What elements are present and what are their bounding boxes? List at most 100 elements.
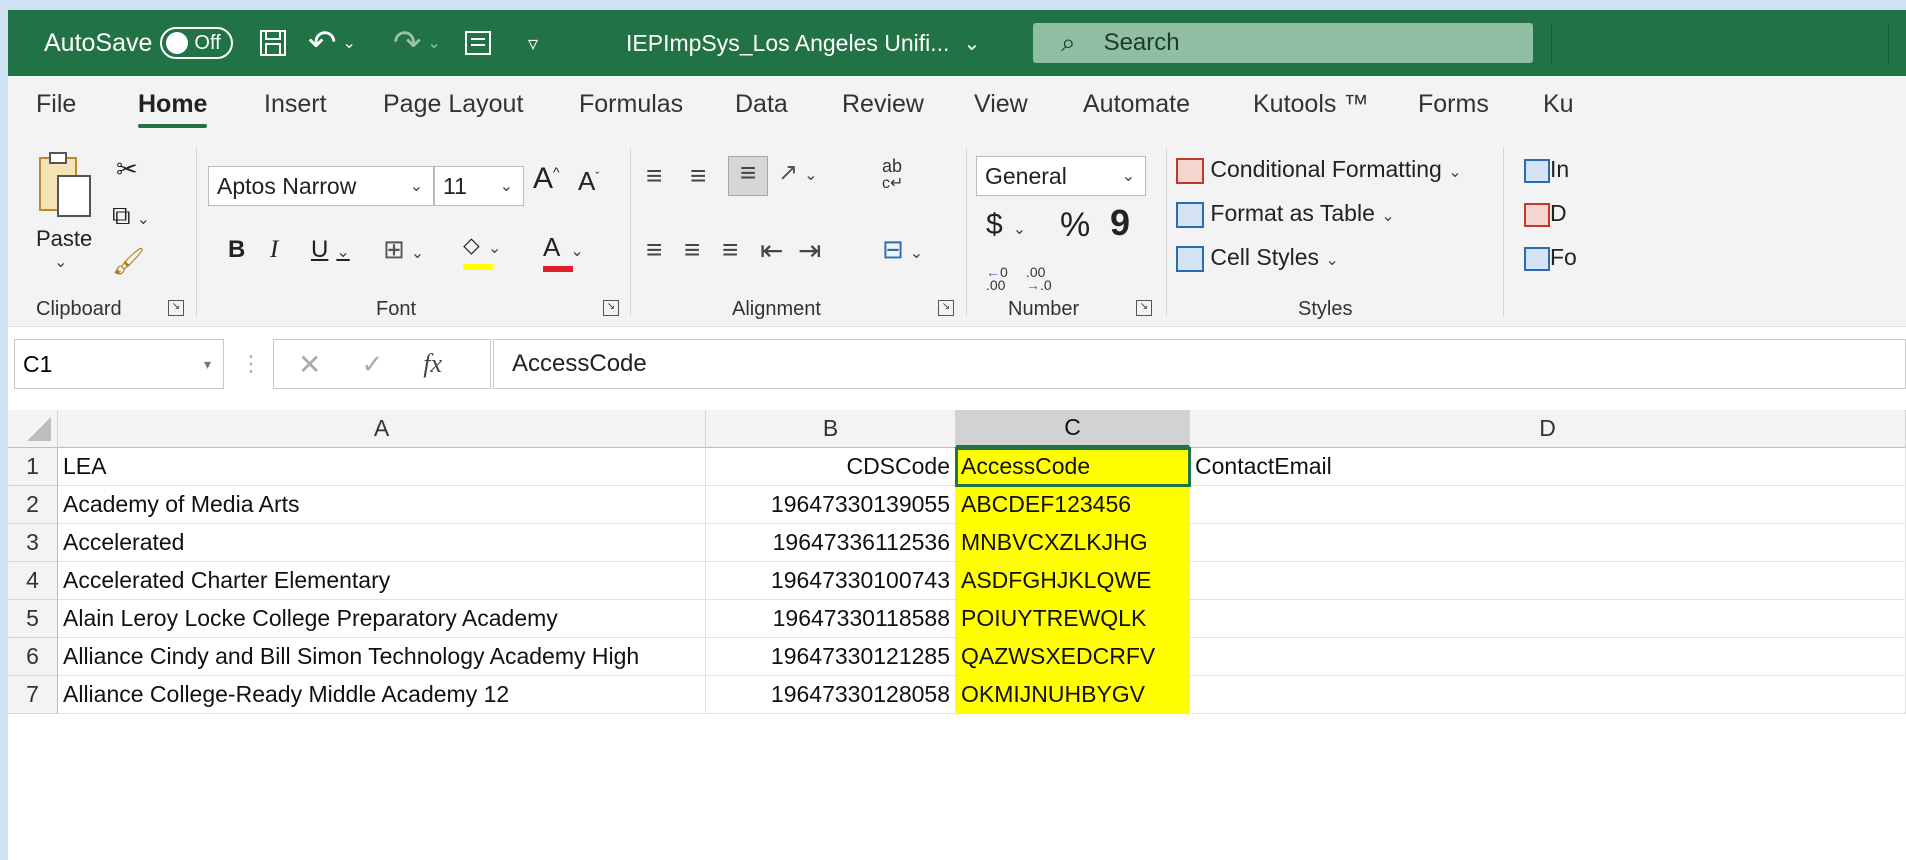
formula-input[interactable]: AccessCode	[493, 339, 1906, 389]
tab-kutools-plus[interactable]: Ku	[1543, 90, 1574, 119]
cell-c2[interactable]: ABCDEF123456	[956, 486, 1190, 524]
column-header-c[interactable]: C	[956, 410, 1190, 448]
cell-c5[interactable]: POIUYTREWQLK	[956, 600, 1190, 638]
clipboard-launcher-icon[interactable]: ↘	[168, 300, 184, 316]
font-size-select[interactable]: 11 ⌄	[434, 166, 524, 206]
align-right-icon[interactable]: ≡	[722, 234, 738, 266]
column-header-a[interactable]: A	[58, 410, 706, 448]
wrap-text-button[interactable]: ab c↵	[882, 157, 903, 192]
currency-button[interactable]: $ ⌄	[986, 208, 1026, 242]
fill-color-button[interactable]: ⬦ ⌄	[463, 232, 501, 270]
cell-a4[interactable]: Accelerated Charter Elementary	[58, 562, 706, 600]
customize-qat-button[interactable]: ▿	[528, 10, 538, 76]
format-as-table-button[interactable]: Format as Table ⌄	[1176, 200, 1395, 228]
name-box[interactable]: C1 ▾	[14, 339, 224, 389]
cell-d6[interactable]	[1190, 638, 1906, 676]
cell-d3[interactable]	[1190, 524, 1906, 562]
bottom-align-icon[interactable]: ≡	[728, 156, 768, 196]
form-button[interactable]	[463, 10, 493, 76]
undo-button[interactable]: ↶ ⌄	[308, 10, 356, 76]
cell-a2[interactable]: Academy of Media Arts	[58, 486, 706, 524]
top-align-icon[interactable]: ≡	[646, 160, 668, 192]
cell-c7[interactable]: OKMIJNUHBYGV	[956, 676, 1190, 714]
tab-file[interactable]: File	[36, 90, 76, 119]
font-name-select[interactable]: Aptos Narrow ⌄	[208, 166, 434, 206]
tab-data[interactable]: Data	[735, 90, 788, 119]
format-painter-icon[interactable]: 🖌	[112, 246, 145, 277]
row-header[interactable]: 4	[8, 562, 58, 600]
tab-view[interactable]: View	[974, 90, 1028, 119]
autosave-toggle[interactable]: Off	[160, 27, 233, 59]
tab-review[interactable]: Review	[842, 90, 924, 119]
cell-a1[interactable]: LEA	[58, 448, 706, 486]
increase-decimal-icon[interactable]: ←0.00	[986, 265, 1008, 292]
cell-b1[interactable]: CDSCode	[706, 448, 956, 486]
number-launcher-icon[interactable]: ↘	[1136, 300, 1152, 316]
borders-button[interactable]: ⊞ ⌄	[383, 234, 424, 265]
cell-d2[interactable]	[1190, 486, 1906, 524]
tab-formulas[interactable]: Formulas	[579, 90, 683, 119]
tab-automate[interactable]: Automate	[1083, 90, 1190, 119]
tab-insert[interactable]: Insert	[264, 90, 327, 119]
number-format-select[interactable]: General ⌄	[976, 156, 1146, 196]
row-header[interactable]: 7	[8, 676, 58, 714]
conditional-formatting-button[interactable]: Conditional Formatting ⌄	[1176, 156, 1462, 184]
redo-button[interactable]: ↷ ⌄	[393, 10, 441, 76]
orientation-button[interactable]: ↗ ⌄	[778, 158, 818, 187]
cell-b7[interactable]: 19647330128058	[706, 676, 956, 714]
format-cells-button[interactable]: Fo	[1524, 244, 1577, 271]
cell-a5[interactable]: Alain Leroy Locke College Preparatory Ac…	[58, 600, 706, 638]
cell-d1[interactable]: ContactEmail	[1190, 448, 1906, 486]
cell-c1[interactable]: AccessCode	[955, 447, 1191, 487]
row-header[interactable]: 5	[8, 600, 58, 638]
cell-styles-button[interactable]: Cell Styles ⌄	[1176, 244, 1339, 272]
tab-forms[interactable]: Forms	[1418, 90, 1489, 119]
merge-center-button[interactable]: ⊟ ⌄	[882, 234, 923, 265]
insert-function-icon[interactable]: fx	[423, 349, 442, 379]
cancel-icon[interactable]: ✕	[298, 348, 321, 381]
column-header-d[interactable]: D	[1190, 410, 1906, 448]
cell-d5[interactable]	[1190, 600, 1906, 638]
underline-button[interactable]: U ⌄	[311, 236, 350, 264]
save-button[interactable]	[258, 10, 288, 76]
cell-b5[interactable]: 19647330118588	[706, 600, 956, 638]
row-header[interactable]: 1	[8, 448, 58, 486]
cell-c3[interactable]: MNBVCXZLKJHG	[956, 524, 1190, 562]
comma-style-button[interactable]: 9	[1110, 202, 1130, 244]
row-header[interactable]: 3	[8, 524, 58, 562]
enter-icon[interactable]: ✓	[361, 349, 383, 380]
decrease-font-icon[interactable]: Aˇ	[578, 166, 599, 197]
cell-b6[interactable]: 19647330121285	[706, 638, 956, 676]
cell-b3[interactable]: 19647336112536	[706, 524, 956, 562]
decrease-decimal-icon[interactable]: .00 →.0	[1026, 265, 1052, 292]
paste-button[interactable]: Paste ⌄	[36, 150, 94, 272]
tab-home[interactable]: Home	[138, 90, 208, 128]
cell-a7[interactable]: Alliance College-Ready Middle Academy 12	[58, 676, 706, 714]
cell-d4[interactable]	[1190, 562, 1906, 600]
search-box[interactable]: ⌕ Search	[1033, 23, 1533, 63]
cell-c6[interactable]: QAZWSXEDCRFV	[956, 638, 1190, 676]
copy-icon[interactable]: ⧉ ⌄	[112, 200, 150, 232]
cut-icon[interactable]: ✂	[116, 154, 138, 185]
decrease-indent-icon[interactable]: ⇤	[760, 234, 783, 267]
cell-a3[interactable]: Accelerated	[58, 524, 706, 562]
align-center-icon[interactable]: ≡	[684, 234, 700, 266]
middle-align-icon[interactable]: ≡	[690, 160, 706, 192]
insert-cells-button[interactable]: In	[1524, 156, 1569, 183]
font-launcher-icon[interactable]: ↘	[603, 300, 619, 316]
tab-kutools[interactable]: Kutools ™	[1253, 90, 1368, 119]
row-header[interactable]: 2	[8, 486, 58, 524]
increase-font-icon[interactable]: A^	[533, 162, 560, 196]
row-header[interactable]: 6	[8, 638, 58, 676]
percent-button[interactable]: %	[1060, 206, 1090, 245]
file-name[interactable]: IEPImpSys_Los Angeles Unifi... ⌄	[626, 10, 980, 76]
cell-d7[interactable]	[1190, 676, 1906, 714]
cell-c4[interactable]: ASDFGHJKLQWE	[956, 562, 1190, 600]
column-header-b[interactable]: B	[706, 410, 956, 448]
delete-cells-button[interactable]: D	[1524, 200, 1567, 227]
cell-b2[interactable]: 19647330139055	[706, 486, 956, 524]
select-all-button[interactable]	[8, 410, 58, 448]
cell-b4[interactable]: 19647330100743	[706, 562, 956, 600]
tab-page-layout[interactable]: Page Layout	[383, 90, 523, 119]
alignment-launcher-icon[interactable]: ↘	[938, 300, 954, 316]
